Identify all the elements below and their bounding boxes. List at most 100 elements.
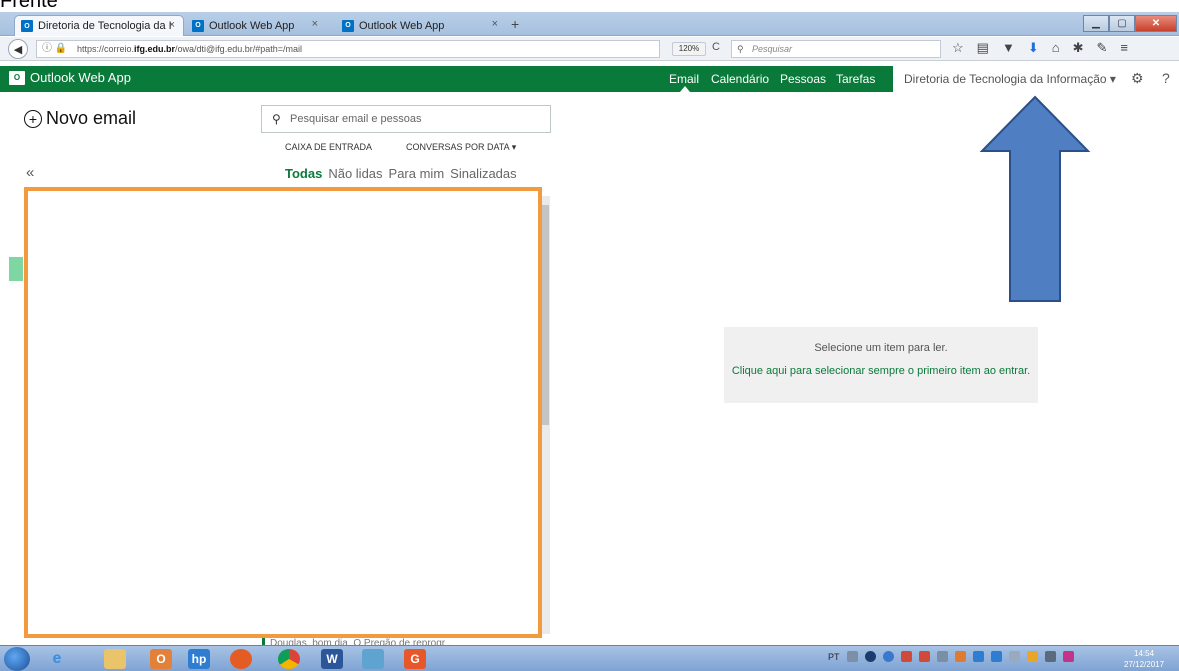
flag-icon[interactable] [900,651,912,662]
app-icon[interactable] [362,649,384,669]
word-icon[interactable]: W [321,649,343,669]
browser-tab-3[interactable]: O Outlook Web App × [336,15,506,36]
tab-close-icon[interactable]: × [169,19,175,31]
reload-icon[interactable]: C [712,41,720,53]
browser-toolbar: ☆ ▤ ▼ ⬇ ⌂ ✱ ✎ ≡ [952,40,1128,56]
collapse-pane-button[interactable]: « [26,164,34,181]
clock-time: 14:54 [1134,649,1155,658]
help-icon[interactable]: ? [1162,70,1170,86]
outlook-icon: O [21,20,33,32]
nav-pessoas[interactable]: Pessoas [780,72,826,86]
browser-search-placeholder: Pesquisar [752,44,793,54]
outlook-icon: O [342,19,354,32]
volume-icon[interactable] [1008,651,1020,662]
filter-para-mim[interactable]: Para mim [389,166,445,181]
clock-date: 27/12/2017 [1124,660,1165,669]
app-title: Outlook Web App [30,70,131,85]
reading-pane-message: Selecione um item para ler. [814,342,948,354]
download-icon[interactable]: ⬇ [1028,40,1039,56]
pen-icon[interactable]: ✎ [1097,40,1108,56]
tab-label: Diretoria de Tecnologia da I [38,20,172,32]
bookmark-star-icon[interactable]: ☆ [952,40,964,56]
start-button-icon[interactable] [4,647,30,671]
reading-list-icon[interactable]: ▤ [977,40,989,56]
reading-pane-placeholder: Selecione um item para ler. Clique aqui … [724,327,1038,403]
back-arrow-icon[interactable]: ◀ [8,39,28,59]
user-menu[interactable]: Diretoria de Tecnologia da Informação ▾ [904,72,1116,86]
cloud-icon[interactable] [972,651,984,662]
settings-gear-icon[interactable]: ⚙ [1131,70,1144,87]
firefox-icon[interactable] [230,649,252,669]
nav-calendario[interactable]: Calendário [711,72,769,86]
folder-selection-marker [9,257,23,281]
help-tray-icon[interactable] [864,651,876,662]
search-icon: ⚲ [737,44,744,54]
outlook-logo-icon: O [9,70,25,85]
chrome-icon[interactable] [278,649,300,669]
new-tab-button[interactable]: + [511,16,519,32]
filter-bar: Todas Não lidas Para mim Sinalizadas [285,166,517,181]
tab-close-icon[interactable]: × [492,18,498,30]
browser-tab-2[interactable]: O Outlook Web App × [186,15,326,36]
clock[interactable]: 14:54 27/12/2017 [1124,648,1164,670]
tab-label: Outlook Web App [359,19,445,32]
browser-tab-strip: O Diretoria de Tecnologia da I × O Outlo… [0,12,1179,36]
url-prefix: https://correio. [77,44,135,54]
address-bar[interactable]: ⓘ 🔒 https://correio.ifg.edu.br/owa/dti@i… [36,40,660,58]
outlook-taskbar-icon[interactable]: O [150,649,172,669]
active-nav-indicator [680,86,690,92]
annotation-arrow [979,95,1091,302]
update-icon[interactable] [882,651,894,662]
browser-search-input[interactable]: ⚲ Pesquisar [731,40,941,58]
outlook-icon: O [192,19,204,32]
screen: Frente O Diretoria de Tecnologia da I × … [0,0,1179,671]
url-host: ifg.edu.br [134,44,176,54]
zoom-level[interactable]: 120% [672,42,706,56]
tray-app-icon[interactable] [954,651,966,662]
caption-text: Frente [0,0,58,12]
security-icon[interactable] [990,651,1002,662]
network-icon[interactable] [936,651,948,662]
internet-explorer-icon[interactable]: e [46,649,68,669]
system-tray: PT [828,651,1074,662]
close-window-icon[interactable]: ✕ [1135,15,1177,32]
action-center-icon[interactable] [918,651,930,662]
new-email-button[interactable]: + Novo email [24,108,136,129]
plus-circle-icon: + [24,109,42,128]
folder-tray-icon[interactable] [1044,651,1056,662]
extension-icon[interactable]: ✱ [1073,40,1084,56]
nav-email[interactable]: Email [669,72,699,86]
menu-icon[interactable]: ≡ [1120,40,1128,56]
tab-label: Outlook Web App [209,19,295,32]
annotation-highlight-box [24,187,542,638]
file-explorer-icon[interactable] [104,649,126,669]
language-indicator[interactable]: PT [828,652,840,662]
new-email-label: Novo email [46,108,137,128]
nav-tarefas[interactable]: Tarefas [836,72,875,86]
url-path: /owa/dti@ifg.edu.br/#path=/mail [175,44,302,54]
mail-search-placeholder: Pesquisar email e pessoas [290,113,422,125]
app-tray-icon[interactable] [1062,651,1074,662]
minimize-icon[interactable]: ▁ [1083,15,1109,32]
scrollbar-thumb[interactable] [542,205,549,425]
mail-search-input[interactable]: ⚲ Pesquisar email e pessoas [261,105,551,133]
pocket-icon[interactable]: ▼ [1002,40,1015,56]
keyboard-icon[interactable] [846,651,858,662]
maximize-icon[interactable]: ▢ [1109,15,1135,32]
sort-dropdown[interactable]: CONVERSAS POR DATA ▾ [406,142,516,153]
filter-todas[interactable]: Todas [285,166,322,181]
pdf-app-icon[interactable]: G [404,649,426,669]
notes-icon[interactable] [1026,651,1038,662]
lock-icon: ⓘ 🔒 [42,43,68,54]
folder-name: CAIXA DE ENTRADA [285,142,373,152]
window-controls: ▁ ▢ ✕ [1083,15,1177,32]
browser-navbar: ◀ ⓘ 🔒 https://correio.ifg.edu.br/owa/dti… [0,37,1179,61]
hp-icon[interactable]: hp [188,649,210,669]
tab-close-icon[interactable]: × [312,18,318,30]
select-first-item-link[interactable]: Clique aqui para selecionar sempre o pri… [724,362,1038,380]
filter-nao-lidas[interactable]: Não lidas [328,166,382,181]
filter-sinalizadas[interactable]: Sinalizadas [450,166,517,181]
home-icon[interactable]: ⌂ [1052,40,1060,56]
browser-tab-1[interactable]: O Diretoria de Tecnologia da I × [14,15,184,36]
owa-logo[interactable]: O Outlook Web App [9,70,131,85]
